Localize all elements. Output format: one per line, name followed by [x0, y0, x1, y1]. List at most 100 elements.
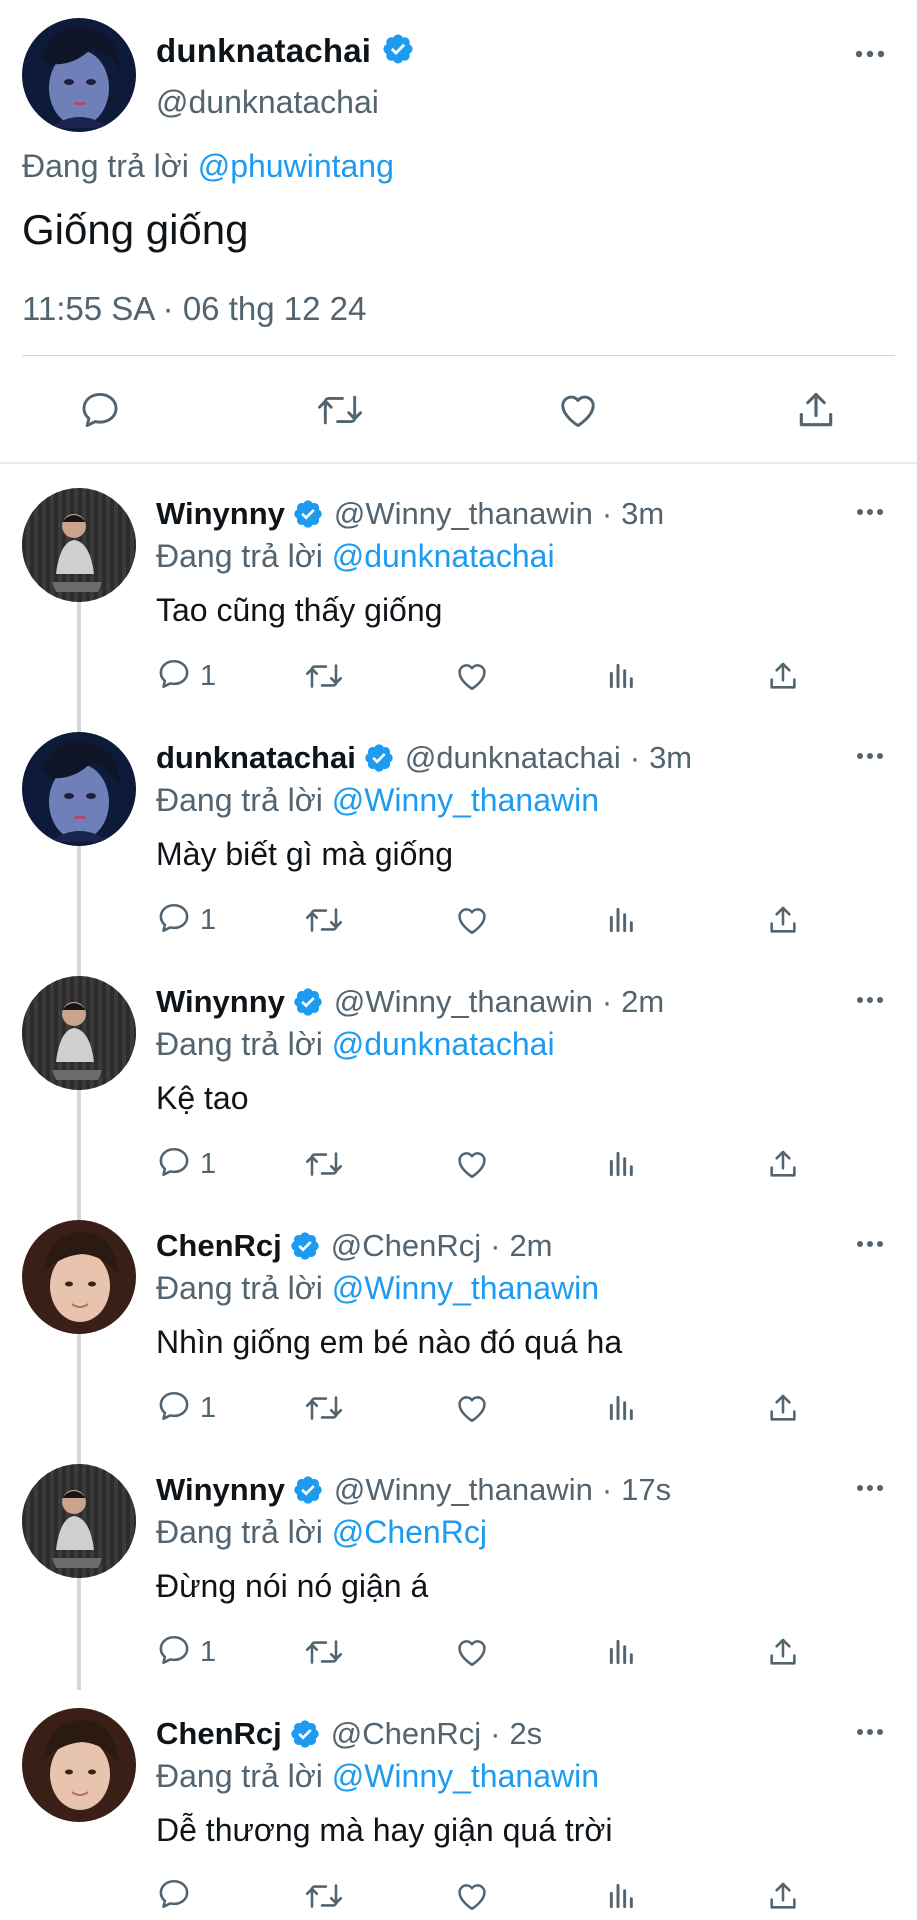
like-icon[interactable]	[548, 380, 608, 440]
reply-header: Winynny @Winny_thanawin · 17s	[156, 1468, 671, 1512]
more-options-icon[interactable]	[848, 1229, 892, 1259]
like-icon[interactable]	[454, 1386, 490, 1430]
retweet-icon[interactable]	[304, 1386, 344, 1430]
views-icon[interactable]	[606, 1630, 638, 1674]
replying-to-mention[interactable]: @dunknatachai	[332, 538, 555, 574]
avatar-chenrcj[interactable]	[22, 1708, 136, 1822]
like-icon[interactable]	[454, 1630, 490, 1674]
retweet-icon[interactable]	[310, 380, 370, 440]
like-icon[interactable]	[454, 654, 490, 698]
reply-action-bar: 1	[156, 898, 856, 942]
reply-button[interactable]: 1	[156, 1630, 216, 1674]
share-icon[interactable]	[786, 380, 846, 440]
reply-tweet[interactable]: Winynny @Winny_thanawin · 3m Đang trả lờ…	[0, 474, 917, 718]
reply-time[interactable]: 3m	[649, 740, 692, 776]
replying-to-line: Đang trả lời @dunknatachai	[156, 1026, 555, 1063]
reply-icon	[156, 1632, 192, 1673]
reply-header: dunknatachai @dunknatachai · 3m	[156, 736, 692, 780]
verified-badge-icon	[292, 498, 324, 530]
reply-tweet[interactable]: dunknatachai @dunknatachai · 3m Đang trả…	[0, 718, 917, 962]
reply-icon	[156, 656, 192, 697]
replying-prefix: Đang trả lời	[22, 148, 189, 184]
more-options-icon[interactable]	[848, 1717, 892, 1747]
reply-display-name[interactable]: Winynny	[156, 984, 285, 1020]
replying-to-line: Đang trả lời @Winny_thanawin	[156, 1270, 599, 1307]
reply-time[interactable]: 2m	[621, 984, 664, 1020]
retweet-icon[interactable]	[304, 1874, 344, 1918]
share-icon[interactable]	[766, 898, 800, 942]
more-options-icon[interactable]	[848, 497, 892, 527]
reply-time[interactable]: 3m	[621, 496, 664, 532]
replying-to-mention[interactable]: @Winny_thanawin	[332, 1758, 599, 1794]
reply-text: Đừng nói nó giận á	[156, 1568, 429, 1604]
main-tweet: dunknatachai @dunknatachai Đang trả lời …	[0, 0, 917, 462]
views-icon[interactable]	[606, 1142, 638, 1186]
avatar-winynny[interactable]	[22, 488, 136, 602]
reply-time[interactable]: 2s	[509, 1716, 542, 1752]
reply-display-name[interactable]: ChenRcj	[156, 1228, 282, 1264]
reply-count: 1	[200, 1635, 217, 1668]
reply-handle[interactable]: @dunknatachai	[405, 740, 621, 776]
reply-button[interactable]: 1	[156, 1386, 216, 1430]
replying-to-line: Đang trả lời @dunknatachai	[156, 538, 555, 575]
retweet-icon[interactable]	[304, 898, 344, 942]
reply-button[interactable]: 1	[156, 654, 216, 698]
like-icon[interactable]	[454, 898, 490, 942]
views-icon[interactable]	[606, 1386, 638, 1430]
replying-to-mention[interactable]: @Winny_thanawin	[332, 782, 599, 818]
reply-handle[interactable]: @ChenRcj	[331, 1716, 481, 1752]
avatar-dunknatachai[interactable]	[22, 18, 136, 132]
author-handle[interactable]: @dunknatachai	[156, 84, 379, 121]
reply-tweet[interactable]: Winynny @Winny_thanawin · 2m Đang trả lờ…	[0, 962, 917, 1206]
more-options-icon[interactable]	[848, 985, 892, 1015]
reply-button[interactable]: 1	[156, 898, 216, 942]
reply-display-name[interactable]: dunknatachai	[156, 740, 356, 776]
author-display-name[interactable]: dunknatachai	[156, 32, 371, 70]
reply-handle[interactable]: @Winny_thanawin	[334, 1472, 593, 1508]
reply-display-name[interactable]: Winynny	[156, 496, 285, 532]
reply-button[interactable]	[156, 1874, 200, 1918]
like-icon[interactable]	[454, 1874, 490, 1918]
more-options-icon[interactable]	[848, 741, 892, 771]
more-options-icon[interactable]	[848, 39, 892, 69]
share-icon[interactable]	[766, 1874, 800, 1918]
share-icon[interactable]	[766, 1386, 800, 1430]
avatar-chenrcj[interactable]	[22, 1220, 136, 1334]
replying-to-mention[interactable]: @Winny_thanawin	[332, 1270, 599, 1306]
retweet-icon[interactable]	[304, 654, 344, 698]
reply-icon	[156, 1388, 192, 1429]
reply-display-name[interactable]: ChenRcj	[156, 1716, 282, 1752]
replying-prefix: Đang trả lời	[156, 1758, 323, 1794]
views-icon[interactable]	[606, 898, 638, 942]
reply-handle[interactable]: @ChenRcj	[331, 1228, 481, 1264]
reply-handle[interactable]: @Winny_thanawin	[334, 496, 593, 532]
like-icon[interactable]	[454, 1142, 490, 1186]
replying-to-mention[interactable]: @phuwintang	[198, 148, 394, 184]
more-options-icon[interactable]	[848, 1473, 892, 1503]
retweet-icon[interactable]	[304, 1630, 344, 1674]
reply-tweet[interactable]: ChenRcj @ChenRcj · 2m Đang trả lời @Winn…	[0, 1206, 917, 1450]
reply-tweet[interactable]: Winynny @Winny_thanawin · 17s Đang trả l…	[0, 1450, 917, 1694]
reply-handle[interactable]: @Winny_thanawin	[334, 984, 593, 1020]
reply-time[interactable]: 17s	[621, 1472, 671, 1508]
tweet-timestamp[interactable]: 11:55 SA · 06 thg 12 24	[22, 290, 366, 328]
avatar-winynny[interactable]	[22, 976, 136, 1090]
reply-tweet[interactable]: ChenRcj @ChenRcj · 2s Đang trả lời @Winn…	[0, 1694, 917, 1920]
reply-action-bar	[156, 1874, 856, 1918]
views-icon[interactable]	[606, 1874, 638, 1918]
share-icon[interactable]	[766, 654, 800, 698]
replying-to-mention[interactable]: @ChenRcj	[332, 1514, 487, 1550]
retweet-icon[interactable]	[304, 1142, 344, 1186]
reply-icon[interactable]	[70, 380, 130, 440]
views-icon[interactable]	[606, 654, 638, 698]
reply-button[interactable]: 1	[156, 1142, 216, 1186]
reply-time[interactable]: 2m	[509, 1228, 552, 1264]
avatar-winynny[interactable]	[22, 1464, 136, 1578]
share-icon[interactable]	[766, 1630, 800, 1674]
share-icon[interactable]	[766, 1142, 800, 1186]
reply-display-name[interactable]: Winynny	[156, 1472, 285, 1508]
reply-icon	[156, 1876, 192, 1917]
replying-to-line: Đang trả lời @Winny_thanawin	[156, 1758, 599, 1795]
replying-to-mention[interactable]: @dunknatachai	[332, 1026, 555, 1062]
avatar-dunknatachai[interactable]	[22, 732, 136, 846]
